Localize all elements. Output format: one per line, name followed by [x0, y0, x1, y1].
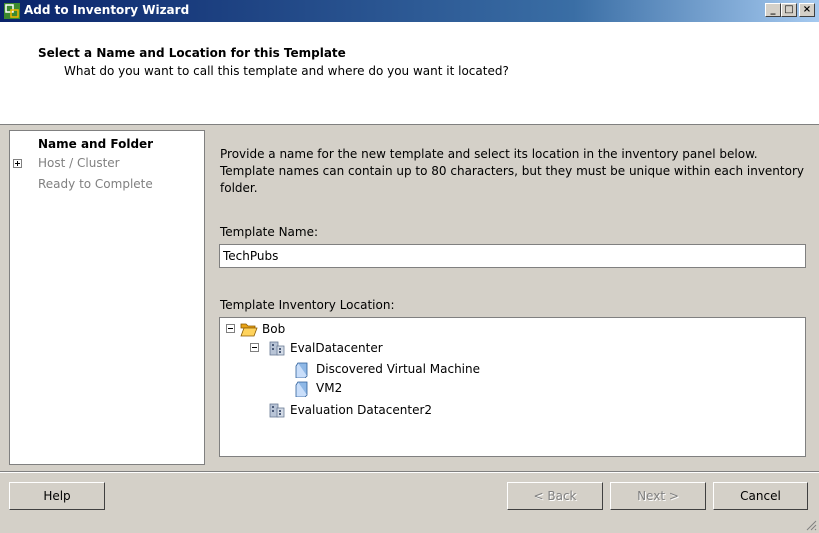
- collapse-minus-icon[interactable]: [250, 343, 259, 352]
- back-button[interactable]: < Back: [507, 482, 603, 510]
- tree-node-evaldatacenter[interactable]: EvalDatacenter: [250, 339, 430, 357]
- step-host-cluster[interactable]: Host / Cluster: [38, 156, 120, 170]
- tree-node-label: EvalDatacenter: [290, 341, 383, 355]
- next-button[interactable]: Next >: [610, 482, 706, 510]
- step-ready-to-complete[interactable]: Ready to Complete: [38, 177, 153, 191]
- page-subtitle: What do you want to call this template a…: [64, 64, 509, 78]
- folder-open-icon: [240, 323, 258, 337]
- wizard-window: Add to Inventory Wizard _ □ × Select a N…: [0, 0, 819, 533]
- resize-grip-icon[interactable]: [803, 517, 817, 531]
- step-name-and-folder[interactable]: Name and Folder: [38, 137, 153, 151]
- vm-folder-icon: [295, 362, 308, 378]
- tree-node-vm2[interactable]: VM2: [294, 379, 374, 397]
- close-button[interactable]: ×: [799, 3, 815, 17]
- collapse-minus-icon[interactable]: [226, 324, 235, 333]
- cancel-button[interactable]: Cancel: [713, 482, 808, 510]
- maximize-button[interactable]: □: [781, 3, 797, 17]
- page-title: Select a Name and Location for this Temp…: [38, 46, 346, 60]
- tree-node-bob[interactable]: Bob: [226, 320, 346, 338]
- minimize-button[interactable]: _: [765, 3, 781, 17]
- tree-node-label: Evaluation Datacenter2: [290, 403, 433, 417]
- tree-node-label: VM2: [316, 381, 343, 395]
- title-bar[interactable]: Add to Inventory Wizard _ □ ×: [0, 0, 819, 22]
- vm-folder-icon: [295, 381, 308, 397]
- inventory-location-label: Template Inventory Location:: [220, 298, 395, 312]
- wizard-header: Select a Name and Location for this Temp…: [0, 22, 819, 125]
- instructions-text: Provide a name for the new template and …: [220, 147, 804, 195]
- tree-node-label: Bob: [262, 322, 286, 336]
- window-title: Add to Inventory Wizard: [24, 3, 190, 17]
- datacenter-icon: [269, 341, 285, 356]
- help-button[interactable]: Help: [9, 482, 105, 510]
- datacenter-icon: [269, 403, 285, 418]
- tree-node-label: Discovered Virtual Machine: [316, 362, 480, 376]
- template-name-input[interactable]: [219, 244, 806, 268]
- wizard-steps-panel: Name and Folder Host / Cluster Ready to …: [9, 130, 205, 465]
- inventory-tree[interactable]: Bob EvalDatacenter Discovered Virtual Ma…: [219, 317, 806, 457]
- vmware-app-icon: [4, 3, 20, 19]
- expand-plus-icon[interactable]: [13, 159, 22, 168]
- tree-node-discovered-vm[interactable]: Discovered Virtual Machine: [294, 360, 534, 378]
- tree-node-evaluation-datacenter2[interactable]: Evaluation Datacenter2: [268, 401, 488, 419]
- template-name-label: Template Name:: [220, 225, 319, 239]
- footer-divider: [0, 471, 819, 473]
